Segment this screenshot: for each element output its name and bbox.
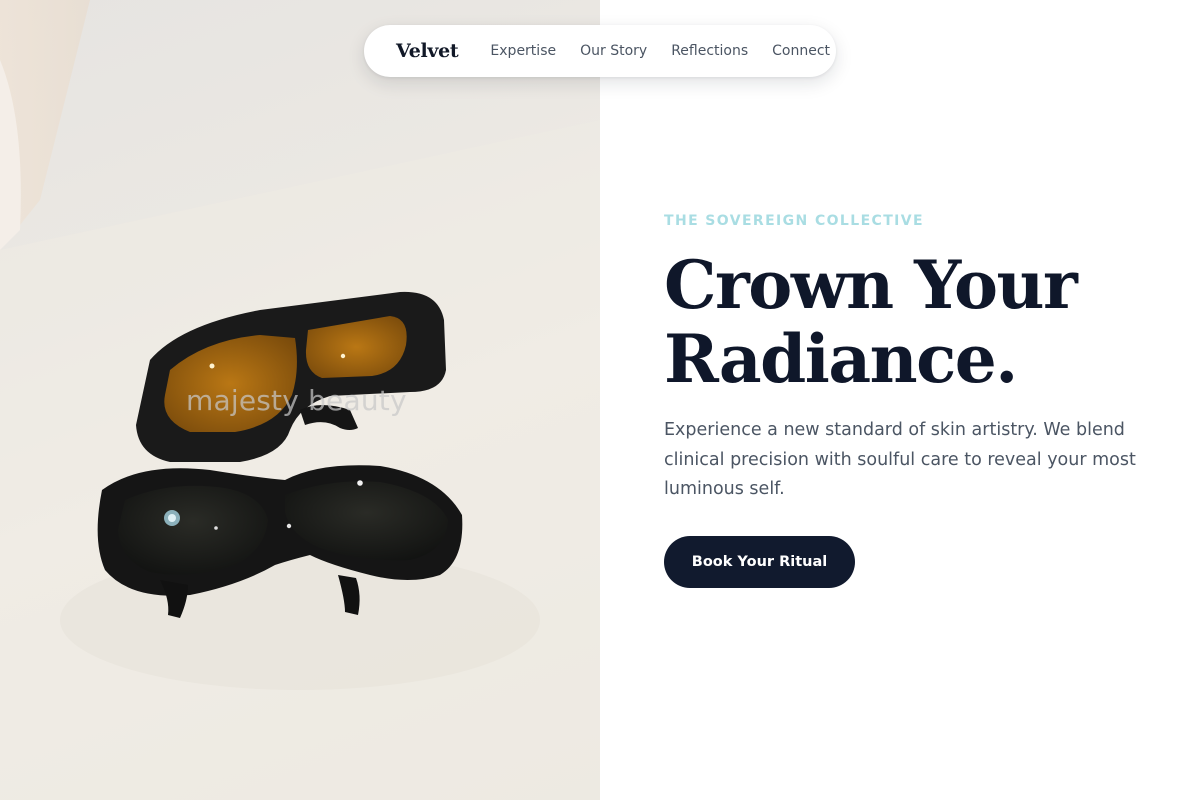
- hero-headline: Crown Your Radiance.: [664, 248, 1184, 396]
- eyebrow-label: THE SOVEREIGN COLLECTIVE: [664, 213, 924, 229]
- hero-subtext: Experience a new standard of skin artist…: [664, 420, 1136, 499]
- headline-line-1: Crown Your: [664, 246, 1078, 324]
- image-watermark: majesty beauty: [186, 384, 407, 417]
- nav-link-expertise[interactable]: Expertise: [490, 43, 556, 59]
- hero-photo: majesty beauty: [0, 0, 600, 800]
- nav-link-our-story[interactable]: Our Story: [580, 43, 647, 59]
- top-nav: Velvet Expertise Our Story Reflections C…: [364, 25, 836, 77]
- landing-page: majesty beauty Velvet Expertise Our Stor…: [0, 0, 1200, 800]
- nav-links: Expertise Our Story Reflections Connect: [490, 43, 830, 59]
- book-ritual-button[interactable]: Book Your Ritual: [664, 536, 855, 588]
- nav-link-connect[interactable]: Connect: [772, 43, 830, 59]
- nav-link-reflections[interactable]: Reflections: [671, 43, 748, 59]
- brand-logo[interactable]: Velvet: [396, 40, 459, 62]
- headline-line-2: Radiance.: [664, 320, 1018, 398]
